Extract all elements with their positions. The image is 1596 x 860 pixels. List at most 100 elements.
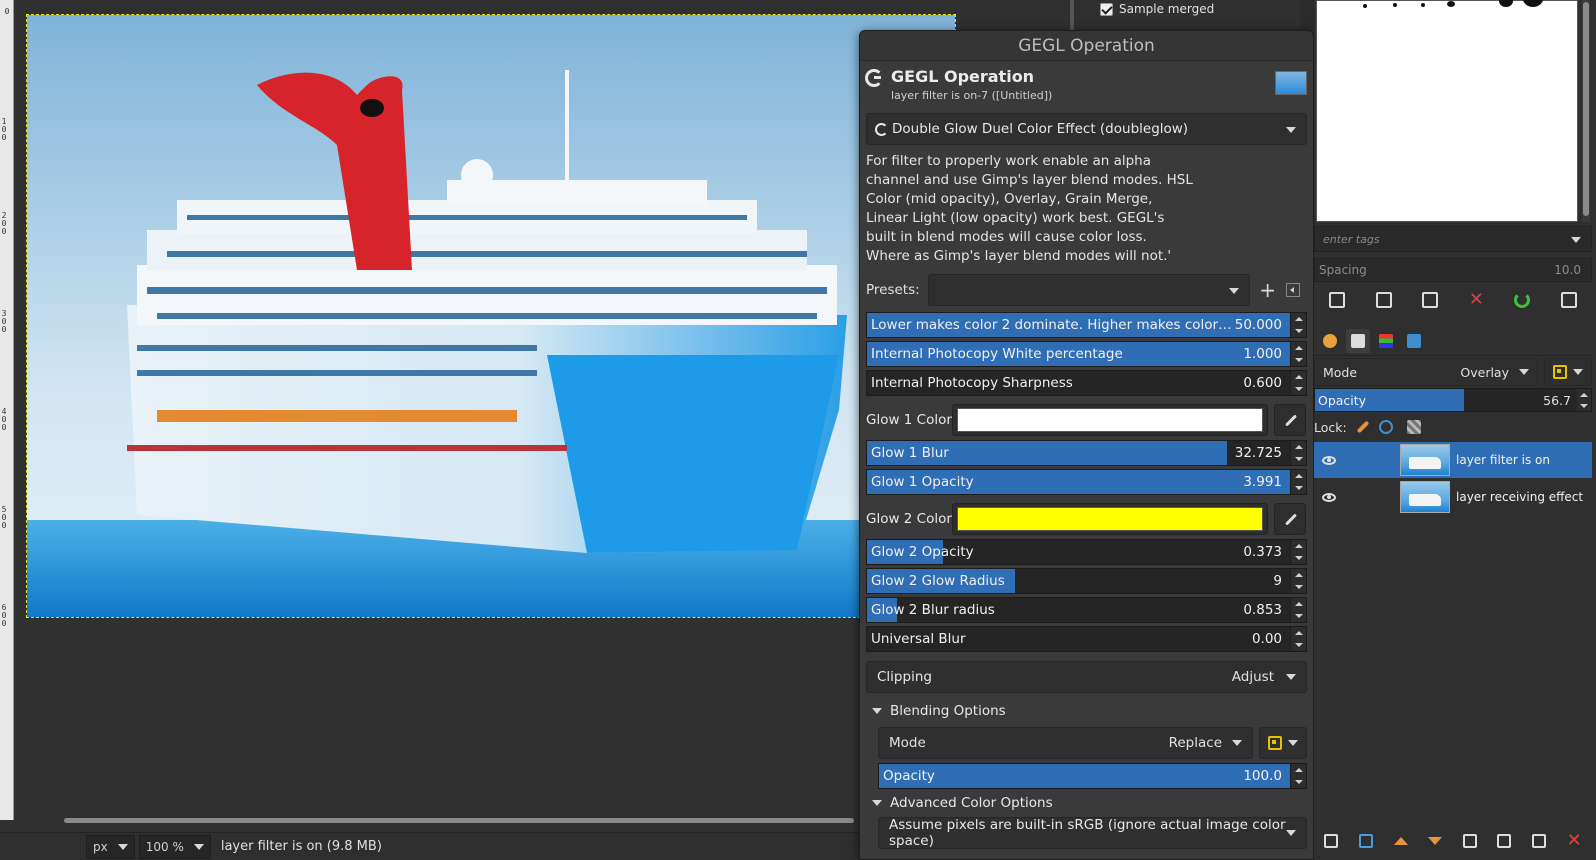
lock-pixels-icon[interactable] — [1356, 420, 1370, 434]
param-spin[interactable]: Glow 2 Opacity 0.373 — [866, 539, 1307, 565]
spin-arrows[interactable] — [1577, 389, 1591, 411]
brush-thumb[interactable] — [1421, 3, 1425, 7]
glow1-color-row: Glow 1 Color — [866, 404, 1307, 436]
lock-row: Lock: — [1314, 416, 1592, 438]
composite-mode-button[interactable] — [1259, 727, 1307, 759]
add-preset-button[interactable]: + — [1258, 278, 1278, 302]
spacing-spin[interactable]: Spacing 10.0 — [1314, 258, 1592, 282]
ruler-tick: 0 — [4, 7, 10, 16]
clipping-select[interactable]: Clipping Adjust — [866, 661, 1307, 693]
param-label: Glow 1 Opacity — [871, 474, 974, 490]
glow2-color-button[interactable] — [952, 503, 1268, 535]
tab-channels[interactable] — [1374, 329, 1398, 353]
param-spin[interactable]: Glow 2 Glow Radius 9 — [866, 568, 1307, 594]
param-spin[interactable]: Internal Photocopy Sharpness 0.600 — [866, 370, 1307, 396]
tab-tool-options[interactable] — [1318, 329, 1342, 353]
lock-alpha-icon[interactable] — [1406, 420, 1421, 434]
param-spin[interactable]: Lower makes color 2 dominate. Higher mak… — [866, 312, 1307, 338]
lock-position-icon[interactable] — [1378, 420, 1393, 434]
refresh-brushes-icon[interactable] — [1514, 292, 1531, 308]
sample-merged-checkbox[interactable] — [1100, 2, 1113, 16]
layer-preview-thumbnail — [1275, 71, 1307, 95]
raise-layer-icon[interactable] — [1393, 837, 1408, 845]
lock-label: Lock: — [1314, 419, 1347, 435]
layer-mode-value: Overlay — [1460, 364, 1509, 380]
dialog-subtitle: layer filter is on-7 ([Untitled]) — [891, 89, 1053, 102]
preset-menu-button[interactable] — [1285, 283, 1300, 297]
delete-layer-icon[interactable]: ✕ — [1567, 832, 1582, 850]
tab-paths[interactable] — [1402, 329, 1426, 353]
brush-grid[interactable] — [1316, 0, 1578, 222]
layer-composite-button[interactable] — [1544, 358, 1592, 386]
layer-row[interactable]: layer receiving effect — [1314, 479, 1592, 515]
chevron-down-icon — [117, 843, 128, 850]
spin-arrows[interactable] — [1290, 627, 1306, 651]
brush-thumb[interactable] — [1363, 4, 1367, 8]
canvas-vertical-scrollbar[interactable] — [1070, 0, 1074, 30]
param-spin[interactable]: Glow 1 Blur 32.725 — [866, 440, 1307, 466]
delete-brush-icon[interactable]: ✕ — [1469, 291, 1484, 309]
edit-brush-icon[interactable] — [1329, 292, 1346, 308]
unit-select[interactable]: px — [86, 834, 135, 859]
presets-select[interactable] — [927, 274, 1250, 306]
tab-layers[interactable] — [1346, 328, 1370, 353]
layer-mode-select[interactable]: Mode Overlay — [1314, 358, 1538, 386]
spin-arrows[interactable] — [1290, 441, 1306, 465]
layer-opacity-spin[interactable]: Opacity 56.7 — [1314, 388, 1592, 412]
blend-mode-select[interactable]: Mode Replace — [878, 727, 1253, 759]
scrollbar-thumb[interactable] — [1583, 2, 1589, 216]
operation-select[interactable]: Double Glow Duel Color Effect (doubleglo… — [866, 113, 1307, 145]
brush-thumb[interactable] — [1447, 1, 1455, 7]
duplicate-brush-icon[interactable] — [1422, 292, 1439, 308]
spin-arrows[interactable] — [1290, 470, 1306, 494]
advanced-color-expander[interactable]: Advanced Color Options — [866, 791, 1307, 815]
spin-arrows[interactable] — [1290, 342, 1306, 366]
brush-thumb[interactable] — [1499, 0, 1513, 7]
duplicate-layer-icon[interactable] — [1462, 834, 1477, 848]
glow2-color-label: Glow 2 Color — [866, 511, 952, 527]
spin-arrows[interactable] — [1290, 764, 1306, 788]
eye-icon[interactable] — [1322, 455, 1336, 465]
chevron-down-icon — [1286, 830, 1296, 836]
new-layer-group-icon[interactable] — [1358, 834, 1373, 848]
color-space-select[interactable]: Assume pixels are built-in sRGB (ignore … — [878, 817, 1307, 849]
presets-label: Presets: — [866, 282, 920, 298]
brush-thumb[interactable] — [1523, 0, 1543, 7]
new-layer-icon[interactable] — [1324, 834, 1339, 848]
param-spin[interactable]: Glow 1 Opacity 3.991 — [866, 469, 1307, 495]
layer-mask-icon[interactable] — [1531, 834, 1546, 848]
ruler-tick: 2 0 0 — [1, 211, 7, 236]
tags-input[interactable]: enter tags — [1314, 226, 1592, 252]
brush-thumb[interactable] — [1393, 3, 1397, 7]
dialog-titlebar[interactable]: GEGL Operation — [860, 31, 1313, 61]
param-value: 32.725 — [1234, 445, 1282, 461]
param-spin[interactable]: Glow 2 Blur radius 0.853 — [866, 597, 1307, 623]
param-label: Lower makes color 2 dominate. Higher mak… — [871, 317, 1235, 333]
param-spin[interactable]: Universal Blur 0.00 — [866, 626, 1307, 652]
glow1-color-button[interactable] — [952, 404, 1268, 436]
param-label: Internal Photocopy White percentage — [871, 346, 1123, 362]
eyedropper-icon[interactable] — [1274, 404, 1306, 436]
blending-options-expander[interactable]: Blending Options — [866, 699, 1307, 723]
zoom-select[interactable]: 100 % — [138, 834, 211, 859]
new-brush-icon[interactable] — [1375, 292, 1392, 308]
spin-arrows[interactable] — [1290, 540, 1306, 564]
open-brush-as-image-icon[interactable] — [1560, 292, 1577, 308]
lower-layer-icon[interactable] — [1428, 837, 1443, 845]
spin-arrows[interactable] — [1290, 569, 1306, 593]
spin-arrows[interactable] — [1290, 371, 1306, 395]
anchor-layer-icon[interactable] — [1497, 834, 1512, 848]
eye-icon[interactable] — [1322, 492, 1336, 502]
spin-arrows[interactable] — [1290, 313, 1306, 337]
layer-row[interactable]: layer filter is on — [1314, 442, 1592, 478]
blend-opacity-spin[interactable]: Opacity 100.0 — [878, 763, 1307, 789]
canvas-horizontal-scrollbar[interactable] — [64, 818, 854, 823]
image-cruise-ship[interactable] — [26, 14, 956, 618]
param-spin[interactable]: Internal Photocopy White percentage 1.000 — [866, 341, 1307, 367]
param-label: Glow 2 Opacity — [871, 544, 974, 560]
blend-mode-value: Replace — [1168, 735, 1222, 751]
glow2-color-swatch — [957, 507, 1263, 531]
brush-grid-scrollbar[interactable] — [1582, 0, 1590, 222]
eyedropper-icon[interactable] — [1274, 503, 1306, 535]
spin-arrows[interactable] — [1290, 598, 1306, 622]
